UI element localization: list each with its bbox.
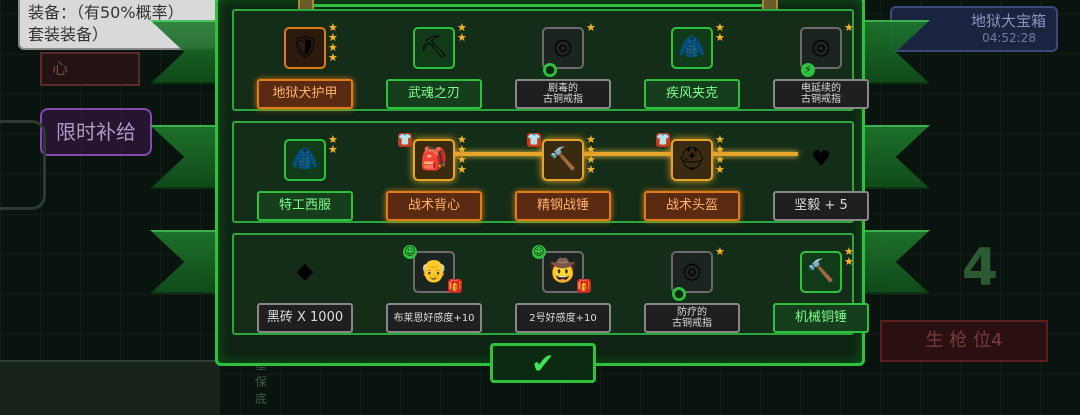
star-icon: ★ [586,163,596,176]
rarity-stars: ★ ★ ★ ★ [715,134,727,176]
reward-slot[interactable]: ⛏ ★ ★ 武魂之刃 [369,9,499,109]
reward-slot[interactable]: 🔨 ★ ★ 机械铜锤 [756,233,886,333]
reward-label: 特工西服 [257,191,353,221]
star-icon: ★ [844,255,854,268]
reward-slot[interactable]: ◎ ★ ● 剧毒的 古铜戒指 [498,9,628,109]
lightning-icon: ⚡ [801,63,815,77]
background-number: 4 [961,238,998,298]
panel-top-bar [298,0,778,13]
rarity-stars: ★ [715,245,727,258]
star-icon: ★ [844,21,854,34]
star-icon: ★ [715,31,725,44]
reward-slot[interactable]: 🔨 ★ ★ ★ ★ 👕 精钢战锤 [498,121,628,221]
rarity-stars: ★ ★ ★ ★ [328,22,340,64]
heart-shield-icon: ♥ [811,147,831,172]
star-icon: ★ [328,143,338,156]
pickaxe-blade-icon: ⛏ [413,27,455,69]
reward-slot[interactable]: 🧥 ★ ★ 疾风夹克 [627,9,757,109]
reward-label: 疾风夹克 [644,79,740,109]
reward-label: 武魂之刃 [386,79,482,109]
reward-label: 电延续的 古铜戒指 [773,79,869,109]
star-icon: ★ [457,163,467,176]
reward-slot[interactable]: 🧥 ★ ★ 特工西服 [240,121,370,221]
star-icon: ★ [586,21,596,34]
chest-title: 地狱大宝箱 [970,12,1046,30]
background-red-panel: 生 枪 位4 [880,320,1048,362]
gift-icon: 🎁 [577,279,591,293]
steel-warhammer-icon: 🔨 [542,139,584,181]
reward-slot[interactable]: 🎒 ★ ★ ★ ★ 👕 战术背心 [369,121,499,221]
reward-label: 黑砖 X 1000 [257,303,353,333]
star-icon: ★ [328,51,338,64]
agent-suit-icon: 🧥 [284,139,326,181]
reward-slot[interactable]: ⛑ ★ ★ ★ ★ 👕 战术头盔 [627,121,757,221]
set-shirt-icon: 👕 [656,133,670,147]
reward-label: 精钢战锤 [515,191,611,221]
poison-icon: ● [543,63,557,77]
reward-label: 战术背心 [386,191,482,221]
rarity-stars: ★ ★ [457,22,469,44]
star-icon: ★ [715,163,725,176]
reward-slot[interactable]: 👴 ☺ 🎁 布莱恩好感度+10 [369,233,499,333]
reward-panel: 🛡 ★ ★ ★ ★ 地狱犬护甲 ⛏ ★ ★ 武魂之刃 ◎ ★ ● 剧毒的 古铜戒指 🧥 ★ ★ 疾风夹克 ◎ ★ ⚡ 电延… [215,0,869,383]
set-shirt-icon: 👕 [527,133,541,147]
tactical-helmet-icon: ⛑ [671,139,713,181]
reward-slot[interactable]: ◆ 黑砖 X 1000 [240,233,370,333]
rarity-stars: ★ ★ ★ ★ [586,134,598,176]
star-icon: ★ [457,31,467,44]
rarity-stars: ★ ★ [328,134,340,156]
reward-label: 防疗的 古铜戒指 [644,303,740,333]
gift-icon: 🎁 [448,279,462,293]
tactical-vest-icon: 🎒 [413,139,455,181]
reward-label: 战术头盔 [644,191,740,221]
reward-slot[interactable]: ◎ ★ ● 防疗的 古铜戒指 [627,233,757,333]
rarity-stars: ★ [586,21,598,34]
rarity-stars: ★ [844,21,856,34]
background-left-card: 心 [40,52,140,86]
mechanical-hammer-icon: 🔨 [800,251,842,293]
reward-label: 2号好感度+10 [515,303,611,333]
limited-supply-button[interactable]: 限时补给 [40,108,152,156]
rarity-stars: ★ ★ ★ ★ [457,134,469,176]
reward-slot[interactable]: 🛡 ★ ★ ★ ★ 地狱犬护甲 [240,9,370,109]
reward-label: 剧毒的 古铜戒指 [515,79,611,109]
star-icon: ★ [715,245,725,258]
confirm-button[interactable]: ✔ [490,343,596,383]
rarity-stars: ★ ★ [844,246,856,268]
background-bottom-left: 3星保底 [0,342,267,415]
smile-icon: ☺ [532,245,546,259]
reward-label: 地狱犬护甲 [257,79,353,109]
hellhound-armor-icon: 🛡 [284,27,326,69]
gale-jacket-icon: 🧥 [671,27,713,69]
chest-timer: 04:52:28 [982,31,1036,45]
game-screen: 装备：（有50%概率） 套装装备） 心 限时补给 3星保底 地狱大宝箱 04:5… [0,0,1080,415]
check-icon: ✔ [531,346,555,380]
reward-label: 布莱恩好感度+10 [386,303,482,333]
reward-slot[interactable]: 🤠 ☺ 🎁 2号好感度+10 [498,233,628,333]
rarity-stars: ★ ★ [715,22,727,44]
reward-label: 机械铜锤 [773,303,869,333]
reward-label: 坚毅 + 5 [773,191,869,221]
black-brick-icon: ◆ [296,259,314,284]
green-icon: ● [672,287,686,301]
smile-icon: ☺ [403,245,417,259]
background-pipe [0,120,46,210]
set-shirt-icon: 👕 [398,133,412,147]
reward-slot[interactable]: ◎ ★ ⚡ 电延续的 古铜戒指 [756,9,886,109]
reward-slot[interactable]: ♥ 坚毅 + 5 [756,121,886,221]
